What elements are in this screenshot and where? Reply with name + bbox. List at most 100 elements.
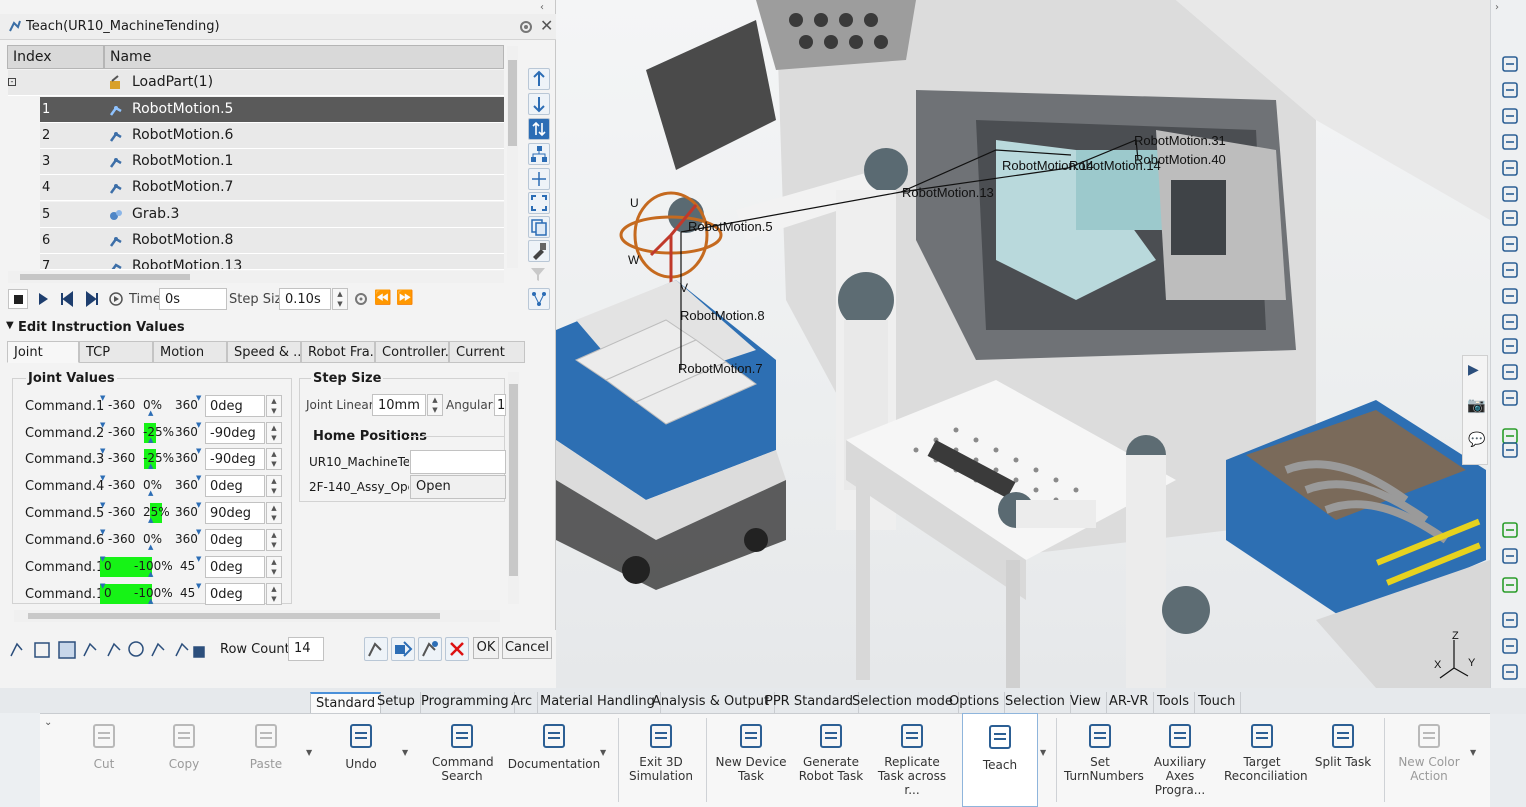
- target-label[interactable]: RobotMotion.31: [1134, 133, 1226, 148]
- update-button[interactable]: [418, 637, 442, 661]
- values-hscroll-thumb[interactable]: [28, 613, 440, 619]
- slider-thumb-icon[interactable]: ▲: [148, 570, 153, 578]
- table-hscrollbar[interactable]: [8, 271, 504, 283]
- section-collapse-icon[interactable]: ▼: [6, 320, 14, 331]
- step-back-button[interactable]: [57, 289, 77, 309]
- ribbon-button[interactable]: Teach: [962, 713, 1038, 807]
- step-size-input[interactable]: 0.10s: [279, 288, 331, 310]
- align-top-icon[interactable]: [1500, 362, 1520, 382]
- slider-thumb-icon[interactable]: ▲: [148, 409, 153, 417]
- list-icon[interactable]: [1500, 312, 1520, 332]
- target-label[interactable]: RobotMotion.13: [902, 185, 994, 200]
- ribbon-button[interactable]: Undo: [330, 713, 392, 807]
- video-icon[interactable]: ▶: [1468, 362, 1479, 378]
- ribbon-tab[interactable]: Arc: [506, 692, 539, 713]
- filter-button[interactable]: [528, 264, 550, 286]
- clock-icon[interactable]: [1500, 106, 1520, 126]
- tree-parent-row[interactable]: - LoadPart(1): [8, 70, 504, 96]
- stack-icon[interactable]: [1500, 336, 1520, 356]
- dropdown-arrow-icon[interactable]: ▼: [306, 748, 312, 757]
- slider-thumb-icon[interactable]: ▲: [148, 462, 153, 470]
- tab-speed[interactable]: Speed & ...: [227, 341, 301, 363]
- tab-tcp[interactable]: TCP: [79, 341, 153, 363]
- ribbon-tab[interactable]: Tools: [1152, 692, 1196, 713]
- robot-b-icon[interactable]: [1500, 636, 1520, 656]
- snap-icon[interactable]: [1500, 54, 1520, 74]
- column-header-index[interactable]: Index: [7, 45, 104, 69]
- ribbon-button[interactable]: Documentation: [506, 713, 602, 807]
- tab-motion[interactable]: Motion: [153, 341, 227, 363]
- ribbon-button[interactable]: Command Search: [430, 713, 494, 807]
- ribbon-tab[interactable]: Touch: [1193, 692, 1242, 713]
- table-row[interactable]: 5 Grab.3: [40, 202, 504, 228]
- joint-value-stepper[interactable]: ▲ ▼: [266, 448, 282, 470]
- joint-value-stepper[interactable]: ▲ ▼: [266, 502, 282, 524]
- target-label[interactable]: RobotMotion.7: [678, 361, 763, 376]
- ribbon-tab[interactable]: AR-VR: [1104, 692, 1155, 713]
- ribbon-button[interactable]: Target Reconciliation: [1222, 713, 1308, 807]
- connect-button[interactable]: [528, 168, 550, 190]
- table-row[interactable]: 1 RobotMotion.5: [40, 97, 504, 123]
- slider-thumb-icon[interactable]: ▲: [148, 436, 153, 444]
- step-forward-button[interactable]: [82, 289, 102, 309]
- joint-value-stepper[interactable]: ▲ ▼: [266, 422, 282, 444]
- joint-value-stepper[interactable]: ▲ ▼: [266, 556, 282, 578]
- ribbon-tab[interactable]: Material Handling: [535, 692, 661, 713]
- ribbon-tab[interactable]: Selection mode: [847, 692, 959, 713]
- paint-button[interactable]: [528, 240, 550, 262]
- ribbon-button[interactable]: Cut: [66, 713, 142, 807]
- frame-icon[interactable]: [1500, 208, 1520, 228]
- stop-button[interactable]: [8, 289, 28, 309]
- collapse-left-icon[interactable]: ‹: [540, 2, 544, 13]
- check-icon[interactable]: [1500, 520, 1520, 540]
- gear-icon[interactable]: [353, 291, 369, 307]
- timer-icon[interactable]: [1500, 158, 1520, 178]
- slider-thumb-icon[interactable]: ▲: [148, 516, 153, 524]
- ribbon-button[interactable]: New Color Action: [1390, 713, 1468, 807]
- joint-value-input[interactable]: 0deg: [205, 556, 265, 578]
- target-label[interactable]: RobotMotion.8: [680, 308, 765, 323]
- slider-thumb-icon[interactable]: ▲: [148, 597, 153, 605]
- joint-value-stepper[interactable]: ▲ ▼: [266, 395, 282, 417]
- joint-value-stepper[interactable]: ▲ ▼: [266, 583, 282, 605]
- joint-value-input[interactable]: 0deg: [205, 475, 265, 497]
- joint-value-input[interactable]: 0deg: [205, 395, 265, 417]
- dropdown-arrow-icon[interactable]: ▼: [402, 748, 408, 757]
- rewind-icon[interactable]: ⏪: [374, 290, 391, 306]
- tab-robot-frame[interactable]: Robot Fra...: [301, 341, 375, 363]
- joint-value-input[interactable]: 0deg: [205, 529, 265, 551]
- ribbon-button[interactable]: Auxiliary Axes Progra...: [1142, 713, 1218, 807]
- 3d-viewport[interactable]: RobotMotion.31 RobotMotion.40 RobotMotio…: [556, 0, 1490, 688]
- table-vscrollbar[interactable]: [507, 46, 518, 268]
- network-button[interactable]: [528, 288, 550, 310]
- ribbon-button[interactable]: Replicate Task across r...: [870, 713, 954, 807]
- joint-value-input[interactable]: 90deg: [205, 502, 265, 524]
- ribbon-button[interactable]: Generate Robot Task: [794, 713, 868, 807]
- ribbon-button[interactable]: Split Task: [1310, 713, 1376, 807]
- fit-button[interactable]: [528, 192, 550, 214]
- cancel-button[interactable]: Cancel: [502, 637, 552, 659]
- joint-value-stepper[interactable]: ▲ ▼: [266, 475, 282, 497]
- gear-icon[interactable]: [518, 19, 534, 35]
- camera-icon[interactable]: 📷: [1467, 396, 1486, 414]
- slider-thumb-icon[interactable]: ▲: [148, 489, 153, 497]
- ribbon-tab[interactable]: Standard: [310, 692, 382, 713]
- joint-linear-input[interactable]: 10mm: [372, 394, 426, 416]
- values-vscroll-thumb[interactable]: [509, 384, 518, 576]
- robot-a-icon[interactable]: [1500, 610, 1520, 630]
- swap-button[interactable]: [528, 118, 550, 140]
- tab-joint[interactable]: Joint: [7, 341, 79, 363]
- collapse-right-icon[interactable]: ›: [1495, 2, 1499, 13]
- table-hscroll-thumb[interactable]: [20, 274, 190, 280]
- values-vscrollbar[interactable]: [508, 372, 519, 604]
- table-vscroll-thumb[interactable]: [508, 60, 517, 146]
- close-small-icon[interactable]: [1500, 440, 1520, 460]
- time-input[interactable]: 0s: [159, 288, 227, 310]
- angular-input[interactable]: 1: [494, 394, 506, 416]
- tab-current[interactable]: Current: [449, 341, 525, 363]
- search-frame-icon[interactable]: [1500, 234, 1520, 254]
- ribbon-button[interactable]: Copy: [146, 713, 222, 807]
- table-row[interactable]: 2 RobotMotion.6: [40, 123, 504, 149]
- robot-c-icon[interactable]: [1500, 662, 1520, 682]
- values-hscrollbar[interactable]: [14, 610, 500, 622]
